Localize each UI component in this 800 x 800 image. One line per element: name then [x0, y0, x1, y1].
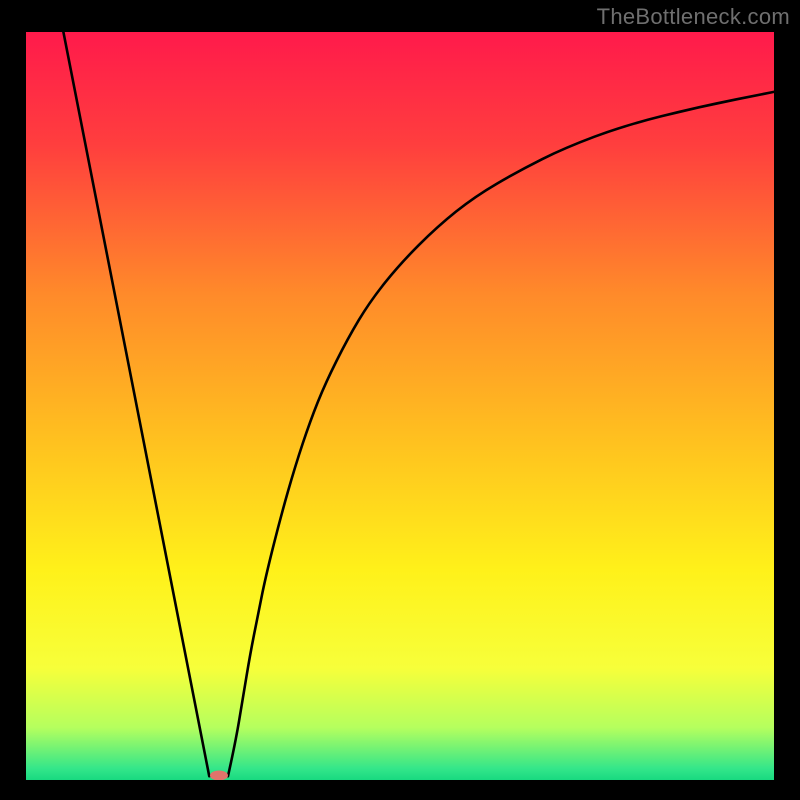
watermark-text: TheBottleneck.com: [597, 4, 790, 30]
chart-frame: [26, 32, 774, 780]
chart-background: [26, 32, 774, 780]
bottleneck-chart: [26, 32, 774, 780]
